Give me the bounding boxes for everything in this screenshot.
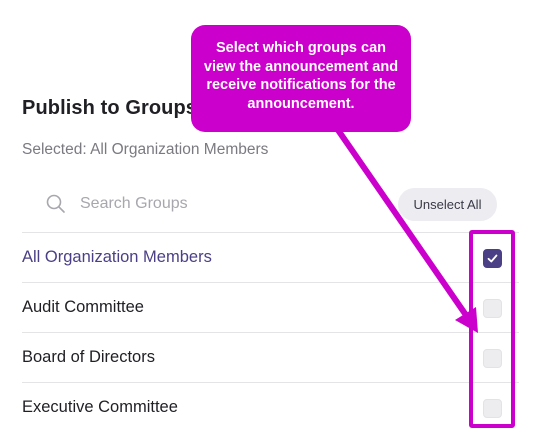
selected-summary: Selected: All Organization Members bbox=[22, 141, 269, 158]
group-label: Executive Committee bbox=[22, 398, 178, 416]
group-row-all-organization-members[interactable]: All Organization Members bbox=[22, 232, 519, 282]
group-label: Board of Directors bbox=[22, 348, 155, 366]
checkbox-highlight-box bbox=[469, 230, 515, 428]
page-title: Publish to Groups bbox=[22, 97, 198, 119]
group-row-executive-committee[interactable]: Executive Committee bbox=[22, 382, 519, 432]
search-icon bbox=[46, 194, 65, 213]
search-bar: Unselect All bbox=[22, 184, 499, 224]
annotation-callout: Select which groups can view the announc… bbox=[191, 25, 411, 132]
unselect-all-button[interactable]: Unselect All bbox=[398, 188, 497, 221]
group-label: All Organization Members bbox=[22, 248, 212, 266]
group-list: All Organization Members Audit Committee… bbox=[22, 232, 519, 432]
group-row-board-of-directors[interactable]: Board of Directors bbox=[22, 332, 519, 382]
group-label: Audit Committee bbox=[22, 298, 144, 316]
search-input[interactable] bbox=[80, 192, 380, 216]
group-row-audit-committee[interactable]: Audit Committee bbox=[22, 282, 519, 332]
